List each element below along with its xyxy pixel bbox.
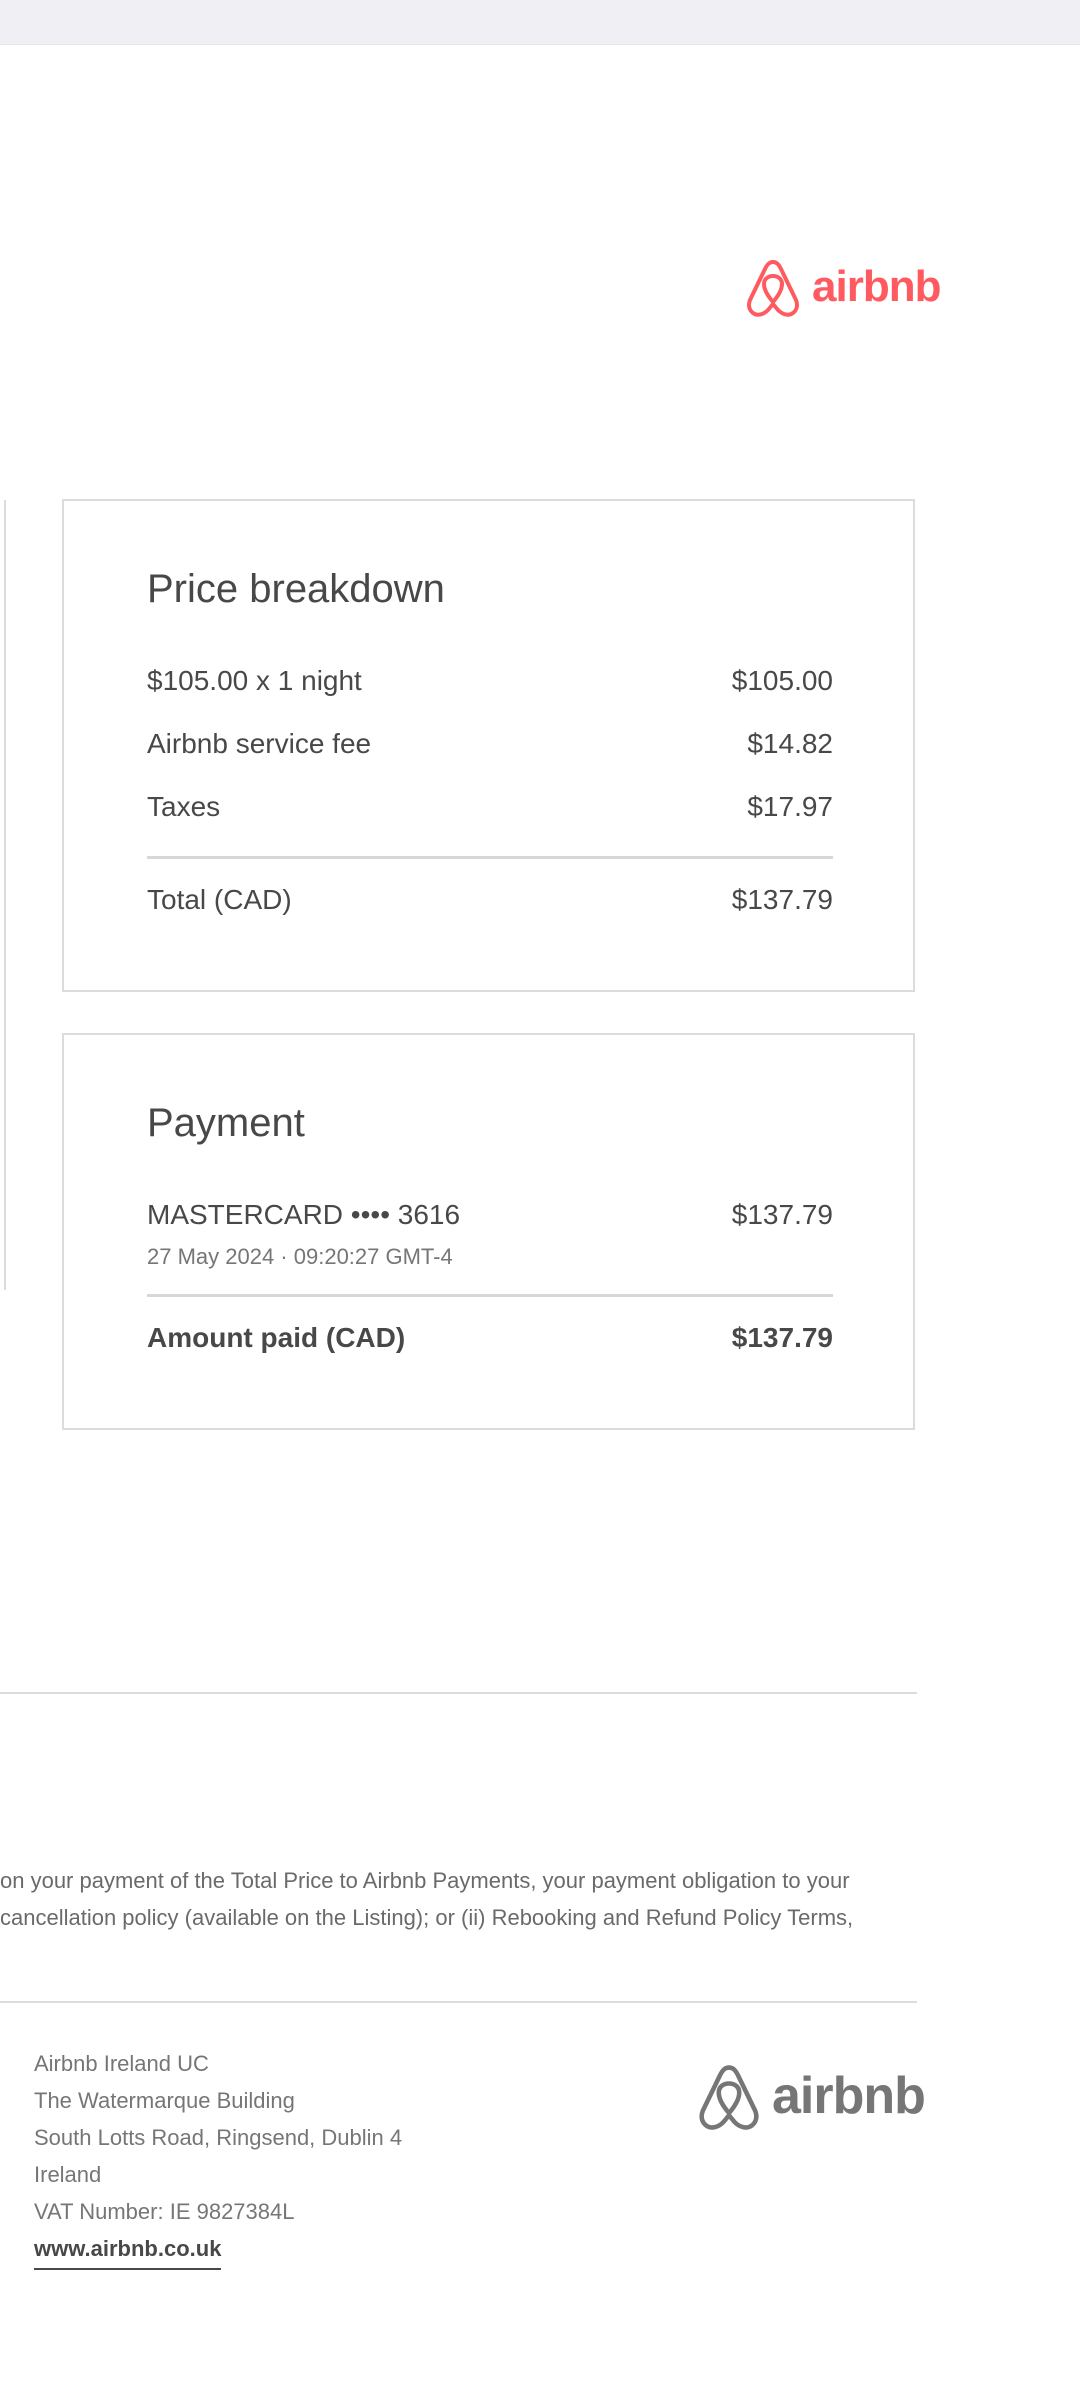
left-card-edge	[0, 500, 6, 1290]
payment-date: 27 May 2024 · 09:20:27 GMT-4	[147, 1244, 453, 1269]
price-row-taxes: Taxes $17.97	[147, 791, 833, 823]
airbnb-belo-icon	[699, 2065, 759, 2130]
price-breakdown-title: Price breakdown	[147, 567, 445, 611]
logo-wordmark: airbnb	[812, 262, 941, 311]
amount-paid-row: Amount paid (CAD) $137.79	[147, 1322, 833, 1354]
address-country: Ireland	[34, 2162, 102, 2187]
price-row-label: Taxes	[147, 791, 221, 822]
payment-title: Payment	[147, 1101, 305, 1145]
payment-method-amount: $137.79	[731, 1199, 833, 1230]
terms-line: on your payment of the Total Price to Ai…	[0, 1868, 850, 1893]
section-divider	[0, 1692, 917, 1694]
address-line: The Watermarque Building	[34, 2088, 295, 2113]
payment-method-row: MASTERCARD •••• 3616 $137.79	[147, 1199, 833, 1231]
airbnb-belo-icon	[747, 260, 799, 317]
price-row-label: Airbnb service fee	[147, 728, 372, 759]
price-row-total: Total (CAD) $137.79	[147, 884, 833, 916]
amount-paid-label: Amount paid (CAD)	[147, 1322, 406, 1353]
total-label: Total (CAD)	[147, 884, 292, 915]
payment-divider	[147, 1294, 833, 1297]
amount-paid-value: $137.79	[731, 1322, 833, 1353]
terms-line: cancellation policy (available on the Li…	[0, 1905, 854, 1930]
airbnb-logo: airbnb	[744, 256, 941, 318]
terms-text: on your payment of the Total Price to Ai…	[0, 1862, 1000, 1936]
top-bar	[0, 0, 1080, 45]
price-row-nights: $105.00 x 1 night $105.00	[147, 665, 833, 697]
company-name: Airbnb Ireland UC	[34, 2051, 209, 2076]
payment-method-label: MASTERCARD •••• 3616	[147, 1199, 461, 1230]
airbnb-footer-logo: airbnb	[696, 2060, 926, 2132]
price-row-service-fee: Airbnb service fee $14.82	[147, 728, 833, 760]
total-amount: $137.79	[731, 884, 833, 915]
price-row-amount: $14.82	[747, 728, 833, 759]
price-row-amount: $17.97	[747, 791, 833, 822]
price-row-label: $105.00 x 1 night	[147, 665, 362, 696]
website-link[interactable]: www.airbnb.co.uk	[34, 2232, 222, 2270]
payment-card: Payment MASTERCARD •••• 3616 $137.79 27 …	[62, 1033, 915, 1430]
price-breakdown-card: Price breakdown $105.00 x 1 night $105.0…	[62, 499, 915, 992]
address-line: South Lotts Road, Ringsend, Dublin 4	[34, 2125, 403, 2150]
footer-divider	[0, 2001, 917, 2003]
company-address: Airbnb Ireland UC The Watermarque Buildi…	[34, 2045, 402, 2270]
vat-number: VAT Number: IE 9827384L	[34, 2199, 295, 2224]
price-row-amount: $105.00	[731, 665, 833, 696]
price-divider	[147, 856, 833, 859]
logo-wordmark: airbnb	[772, 2067, 926, 2125]
